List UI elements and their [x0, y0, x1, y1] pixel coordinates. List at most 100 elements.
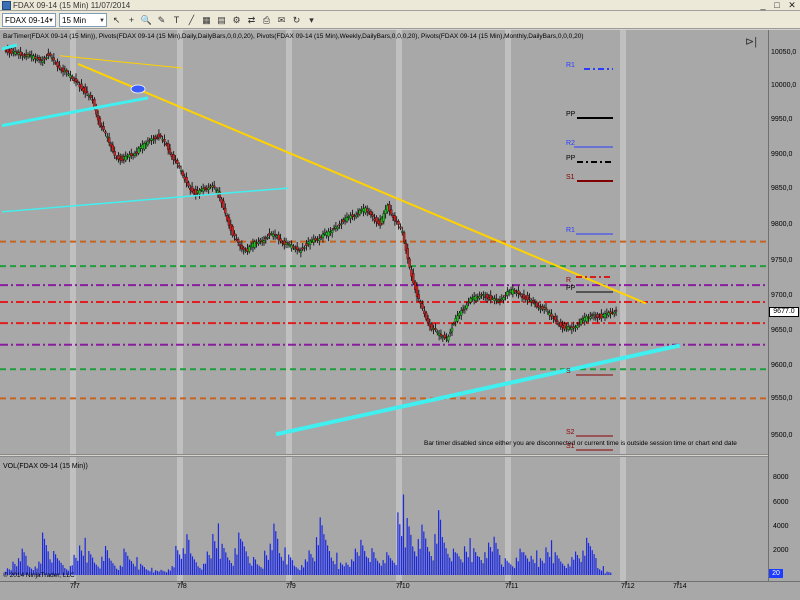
pivot-label: S2 [566, 429, 575, 436]
close-button[interactable]: ✕ [786, 0, 798, 10]
email-icon[interactable]: ✉ [275, 13, 288, 27]
crosshair-icon[interactable]: + [125, 13, 138, 27]
volume-bar [141, 565, 144, 575]
volume-bar [151, 567, 153, 575]
volume-bar [241, 541, 244, 575]
volume-bar [519, 548, 521, 575]
volume-bar [525, 555, 527, 575]
candle-body [71, 76, 74, 79]
candle-body [28, 54, 32, 56]
price-panel[interactable]: BarTimer(FDAX 09-14 (15 Min)), Pivots(FD… [0, 30, 768, 454]
volume-bar [299, 570, 301, 575]
volume-bar [560, 561, 562, 575]
candle-body [133, 153, 137, 156]
volume-bar [567, 563, 569, 575]
instrument-selector[interactable]: FDAX 09-14 ▼ [2, 13, 56, 27]
text-icon[interactable]: T [170, 13, 183, 27]
refresh-icon[interactable]: ↻ [290, 13, 303, 27]
volume-bar [563, 565, 566, 575]
candle-body [406, 248, 409, 260]
volume-bar [526, 558, 529, 575]
volume-bar [230, 563, 232, 575]
volume-bar [77, 560, 79, 575]
volume-bar [358, 555, 360, 575]
pivot-label: S1 [566, 174, 575, 181]
volume-chart[interactable] [0, 457, 768, 581]
volume-bar [515, 557, 517, 575]
candle-body [434, 328, 437, 331]
pointer-icon[interactable]: ↖ [110, 13, 123, 27]
volume-bar [406, 518, 408, 575]
volume-bar [475, 552, 477, 575]
line-icon[interactable]: ╱ [185, 13, 198, 27]
candle-body [155, 137, 159, 140]
maximize-button[interactable]: □ [771, 0, 783, 10]
pencil-icon[interactable]: ✎ [155, 13, 168, 27]
candle-body [137, 148, 140, 154]
volume-bar [378, 563, 381, 575]
volume-bar [191, 556, 194, 575]
candle-body [108, 137, 111, 143]
volume-bar [497, 548, 499, 575]
volume-bar [154, 570, 157, 575]
pivot-label: PP [566, 285, 576, 292]
volume-bar [175, 545, 177, 575]
price-chart[interactable] [0, 30, 768, 454]
candle-body [426, 318, 430, 323]
print-icon[interactable]: ⎙ [260, 13, 273, 27]
volume-panel[interactable]: VOL(FDAX 09-14 (15 Min)) © 2014 NinjaTra… [0, 457, 768, 581]
volume-bar [534, 563, 536, 575]
down-arrow-icon[interactable]: ▾ [305, 13, 318, 27]
strategy-icon[interactable]: ⚙ [230, 13, 243, 27]
minimize-button[interactable]: _ [757, 0, 769, 10]
candle-body [187, 182, 190, 187]
volume-bar [591, 550, 593, 575]
volume-bar [171, 566, 173, 575]
volume-bar [321, 525, 323, 575]
volume-bar [393, 562, 395, 575]
candle-body [355, 214, 358, 218]
volume-bar [571, 557, 573, 575]
candle-body [452, 323, 456, 325]
volume-bar [123, 548, 125, 575]
chart-trader-icon[interactable]: ⇄ [245, 13, 258, 27]
candle-body [331, 229, 334, 233]
candle-body [412, 273, 415, 284]
volume-bar [82, 555, 84, 575]
price-axis-tick: 9900,0 [771, 151, 793, 158]
candle-body [502, 297, 505, 301]
candle-body [273, 234, 277, 236]
candle-body [181, 171, 185, 177]
candle-body [419, 301, 422, 304]
volume-bar [110, 560, 112, 575]
zoom-icon[interactable]: 🔍 [140, 13, 153, 27]
volume-bar [223, 548, 225, 575]
volume-bar [586, 537, 588, 575]
volume-bar [352, 561, 355, 575]
volume-bar [523, 552, 525, 575]
volume-bar [119, 565, 121, 575]
volume-bar [349, 566, 351, 575]
candle-body [439, 334, 443, 337]
candle-body [21, 54, 24, 56]
volume-bar [582, 550, 584, 575]
volume-bar [599, 569, 601, 575]
candle-body [152, 139, 155, 141]
interval-selector[interactable]: 15 Min ▼ [59, 13, 107, 27]
volume-bar [500, 564, 503, 575]
volume-bar [256, 564, 258, 575]
collapse-panel-icon[interactable]: ⊳| [745, 35, 757, 48]
volume-bar [545, 547, 547, 575]
candle-body [299, 250, 303, 253]
volume-bar [136, 557, 138, 575]
volume-bar [186, 534, 188, 575]
candle-body [550, 313, 553, 317]
candle-body [517, 290, 520, 294]
properties-icon[interactable]: ▦ [200, 13, 213, 27]
candle-body [37, 56, 41, 60]
data-box-icon[interactable]: ▤ [215, 13, 228, 27]
candle-body [67, 73, 70, 75]
pivot-label: R2 [566, 140, 575, 147]
volume-bar [169, 570, 171, 575]
volume-bar [343, 566, 345, 575]
